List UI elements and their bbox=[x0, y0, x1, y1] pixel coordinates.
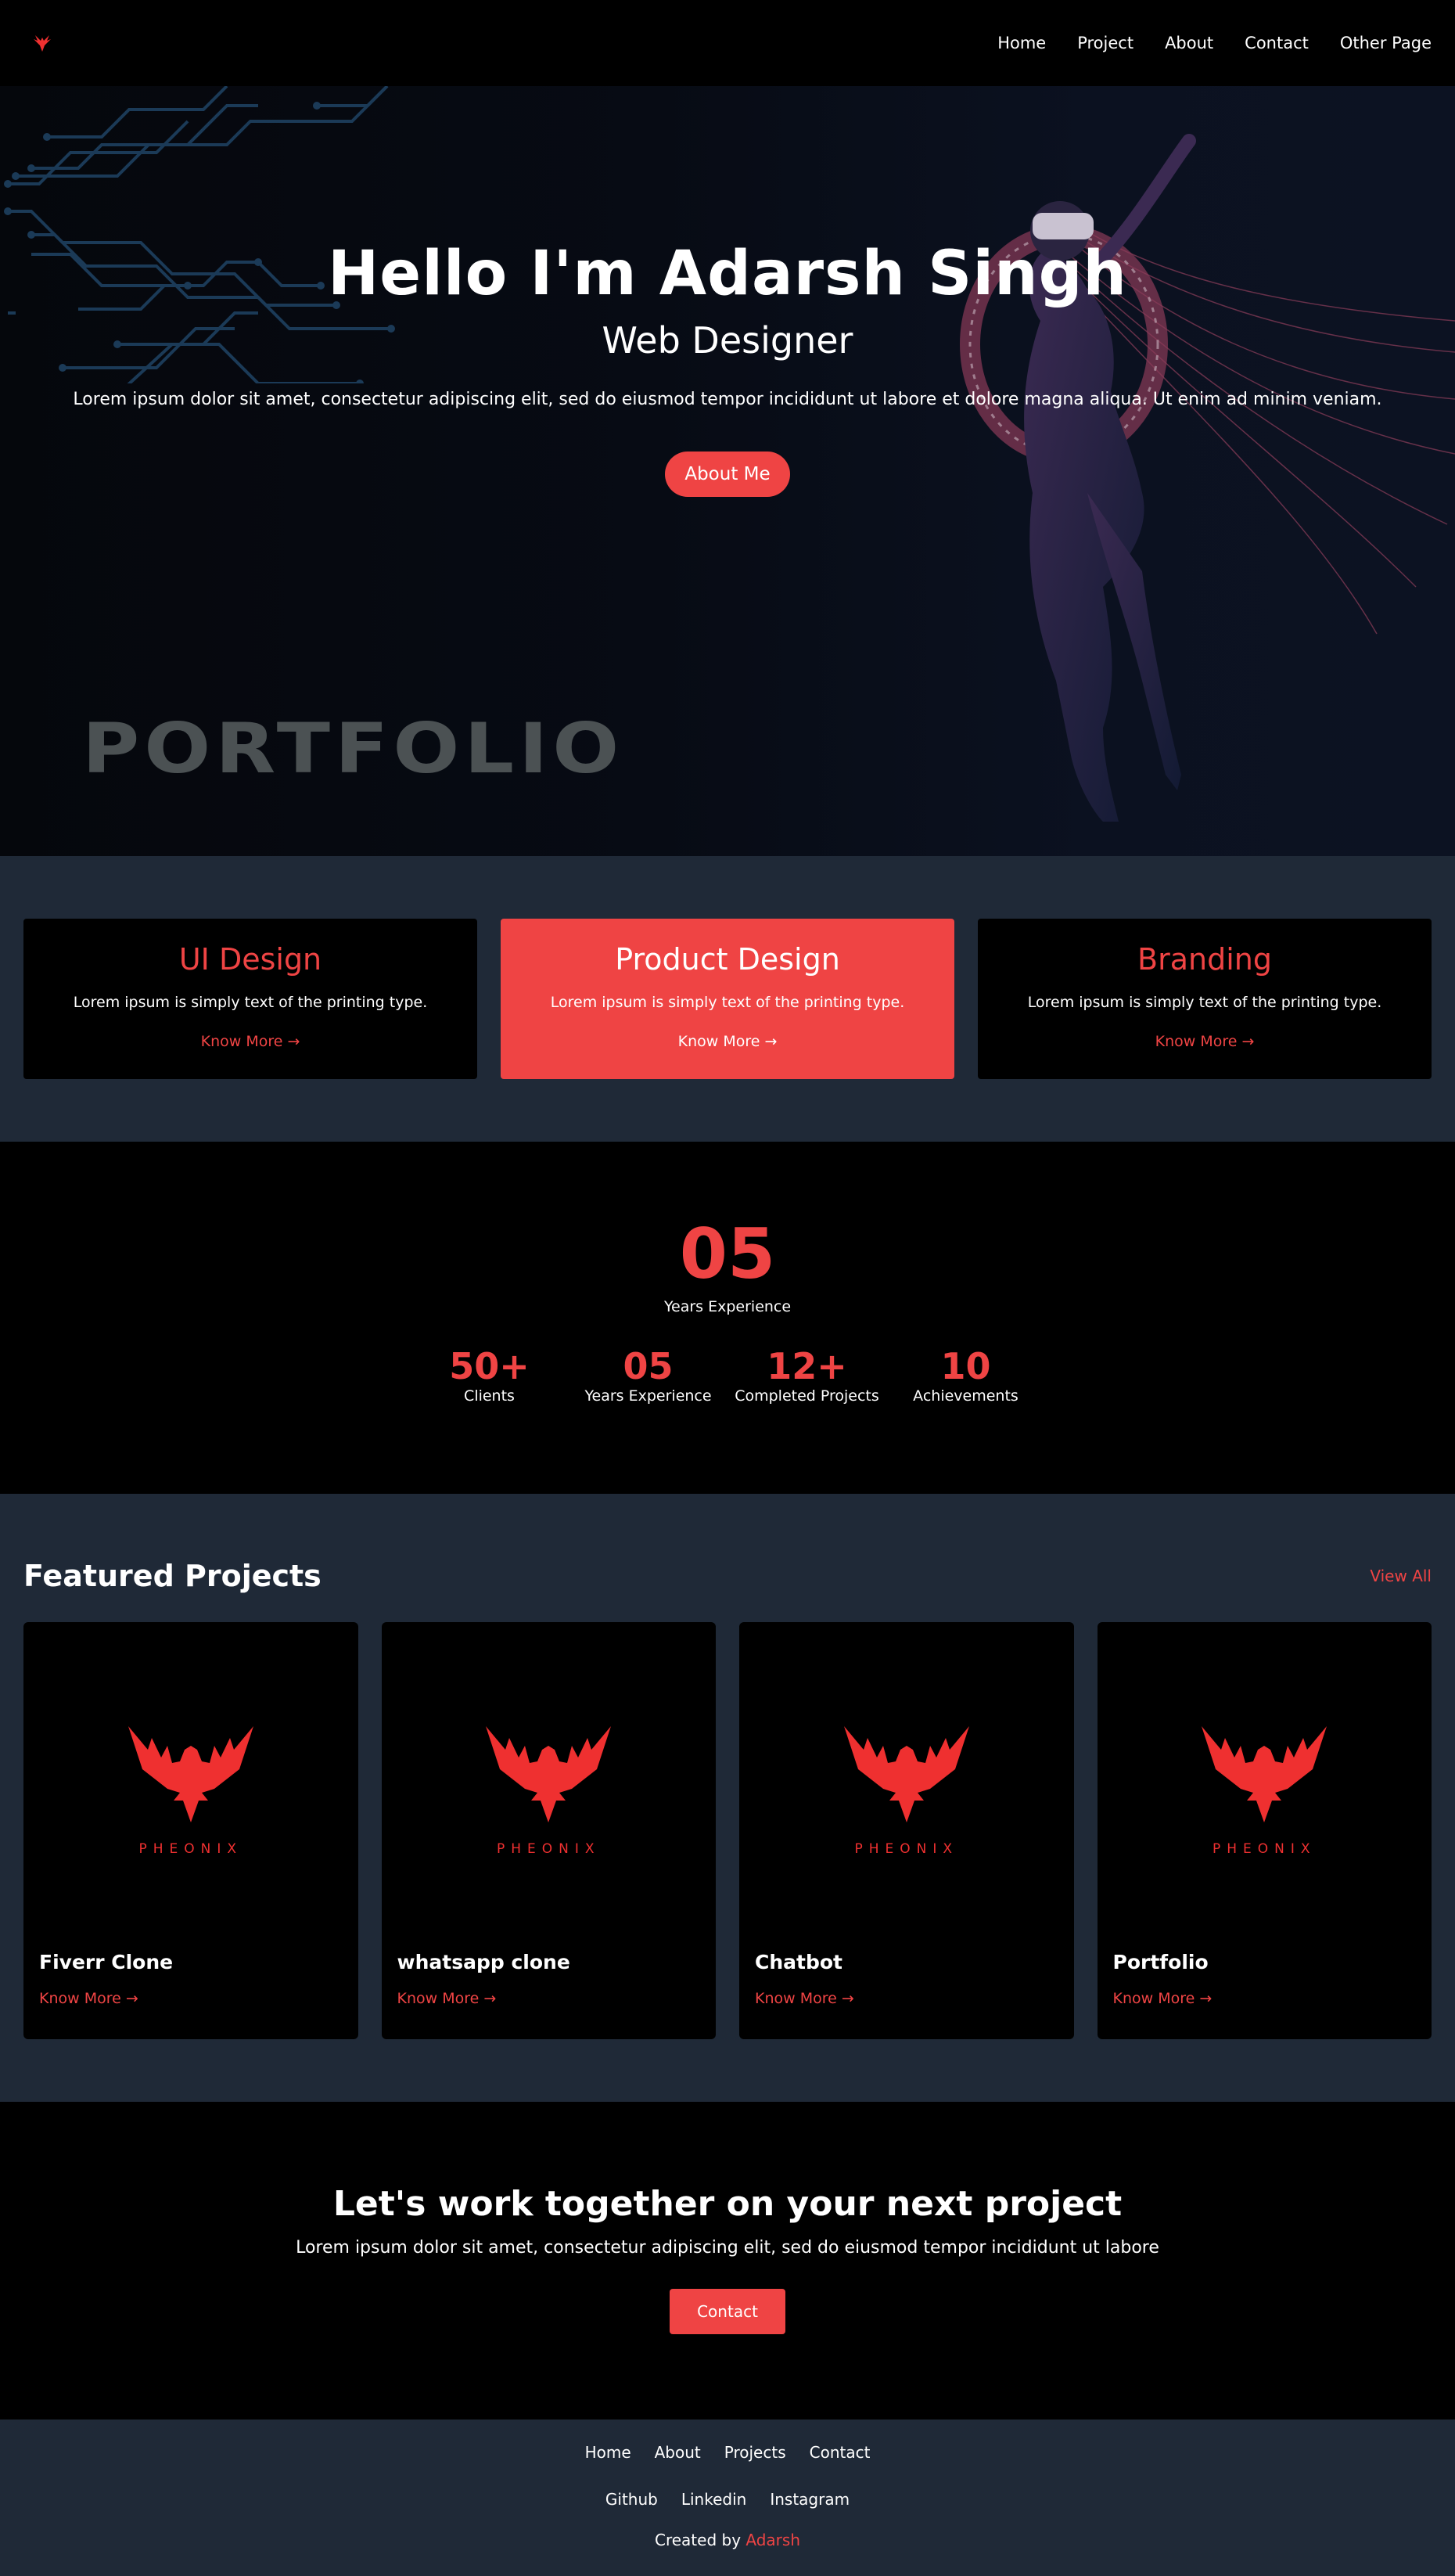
footer-projects-link[interactable]: Projects bbox=[724, 2443, 786, 2462]
credit-prefix: Created by bbox=[654, 2531, 742, 2549]
service-card-product-design: Product Design Lorem ipsum is simply tex… bbox=[501, 919, 954, 1079]
hero-section: Hello I'm Adarsh Singh Web Designer Lore… bbox=[0, 86, 1455, 856]
phoenix-logo-icon bbox=[1202, 1726, 1327, 1822]
footer-contact-link[interactable]: Contact bbox=[810, 2443, 871, 2462]
service-description: Lorem ipsum is simply text of the printi… bbox=[1027, 994, 1382, 1011]
view-all-link[interactable]: View All bbox=[1370, 1567, 1432, 1585]
nav-contact-link[interactable]: Contact bbox=[1245, 34, 1309, 52]
project-name: Portfolio bbox=[1112, 1951, 1209, 1973]
projects-title: Featured Projects bbox=[23, 1559, 322, 1593]
hero-subtitle: Web Designer bbox=[602, 319, 853, 362]
stat-number: 12+ bbox=[767, 1345, 847, 1387]
linkedin-link[interactable]: Linkedin bbox=[681, 2490, 746, 2509]
stat-clients: 50+ Clients bbox=[410, 1348, 569, 1405]
stat-number: 10 bbox=[940, 1345, 991, 1387]
stat-label: Achievements bbox=[913, 1387, 1018, 1405]
site-footer: Home About Projects Contact Github Linke… bbox=[0, 2419, 1455, 2576]
footer-home-link[interactable]: Home bbox=[585, 2443, 631, 2462]
project-card-portfolio[interactable]: PHEONIX Portfolio Know More → bbox=[1097, 1622, 1432, 2039]
years-experience-big-number: 05 bbox=[679, 1214, 776, 1294]
phoenix-logo-icon[interactable] bbox=[23, 24, 61, 62]
cta-section: Let's work together on your next project… bbox=[0, 2102, 1455, 2419]
cta-description: Lorem ipsum dolor sit amet, consectetur … bbox=[296, 2238, 1159, 2258]
stats-section: 05 Years Experience 50+ Clients 05 Years… bbox=[0, 1142, 1455, 1494]
stat-row: 50+ Clients 05 Years Experience 12+ Comp… bbox=[0, 1348, 1455, 1405]
credit-author: Adarsh bbox=[745, 2531, 800, 2549]
footer-about-link[interactable]: About bbox=[655, 2443, 701, 2462]
service-card-ui-design: UI Design Lorem ipsum is simply text of … bbox=[23, 919, 477, 1079]
contact-button[interactable]: Contact bbox=[670, 2289, 785, 2334]
project-grid: PHEONIX Fiverr Clone Know More → PHEONIX… bbox=[23, 1622, 1432, 2039]
service-description: Lorem ipsum is simply text of the printi… bbox=[73, 994, 428, 1011]
nav-home-link[interactable]: Home bbox=[997, 34, 1046, 52]
phoenix-logo-icon bbox=[843, 1726, 969, 1822]
pheonix-logo: PHEONIX bbox=[124, 1714, 257, 1857]
projects-header: Featured Projects View All bbox=[23, 1556, 1432, 1596]
cta-title: Let's work together on your next project bbox=[332, 2184, 1123, 2224]
vr-figure-image bbox=[960, 134, 1455, 822]
pheonix-logo-text: PHEONIX bbox=[496, 1841, 601, 1857]
nav-about-link[interactable]: About bbox=[1165, 34, 1213, 52]
pheonix-logo: PHEONIX bbox=[840, 1714, 973, 1857]
stat-label: Clients bbox=[464, 1387, 515, 1405]
footer-social-links: Github Linkedin Instagram bbox=[0, 2490, 1455, 2509]
services-section: UI Design Lorem ipsum is simply text of … bbox=[0, 856, 1455, 1142]
pheonix-logo: PHEONIX bbox=[1198, 1714, 1331, 1857]
know-more-link[interactable]: Know More → bbox=[39, 1990, 138, 2007]
service-title: UI Design bbox=[178, 942, 322, 977]
featured-projects-section: Featured Projects View All PHEONIX Fiver… bbox=[0, 1494, 1455, 2102]
main-nav: Home Project About Contact Other Page bbox=[997, 34, 1432, 52]
stat-number: 50+ bbox=[449, 1345, 530, 1387]
hero-description: Lorem ipsum dolor sit amet, consectetur … bbox=[73, 390, 1382, 409]
stat-achievements: 10 Achievements bbox=[886, 1348, 1045, 1405]
phoenix-logo-icon bbox=[128, 1726, 253, 1822]
know-more-link[interactable]: Know More → bbox=[201, 1033, 300, 1050]
project-card-fiverr-clone[interactable]: PHEONIX Fiverr Clone Know More → bbox=[23, 1622, 358, 2039]
project-name: Fiverr Clone bbox=[39, 1951, 174, 1973]
know-more-link[interactable]: Know More → bbox=[678, 1033, 778, 1050]
pheonix-logo-text: PHEONIX bbox=[854, 1841, 959, 1857]
pheonix-logo-text: PHEONIX bbox=[1212, 1841, 1317, 1857]
stat-label: Years Experience bbox=[584, 1387, 712, 1405]
service-card-branding: Branding Lorem ipsum is simply text of t… bbox=[978, 919, 1432, 1079]
stat-years-experience: 05 Years Experience bbox=[569, 1348, 728, 1405]
service-title: Product Design bbox=[615, 942, 840, 977]
about-me-button[interactable]: About Me bbox=[665, 452, 790, 497]
stat-label: Completed Projects bbox=[735, 1387, 879, 1405]
know-more-link[interactable]: Know More → bbox=[755, 1990, 854, 2007]
know-more-link[interactable]: Know More → bbox=[1155, 1033, 1255, 1050]
service-description: Lorem ipsum is simply text of the printi… bbox=[550, 994, 905, 1011]
pheonix-logo-text: PHEONIX bbox=[138, 1841, 243, 1857]
know-more-link[interactable]: Know More → bbox=[397, 1990, 497, 2007]
site-header: Home Project About Contact Other Page bbox=[0, 0, 1455, 86]
nav-other-page-link[interactable]: Other Page bbox=[1340, 34, 1432, 52]
service-title: Branding bbox=[1137, 942, 1272, 977]
know-more-link[interactable]: Know More → bbox=[1113, 1990, 1212, 2007]
nav-project-link[interactable]: Project bbox=[1077, 34, 1133, 52]
github-link[interactable]: Github bbox=[605, 2490, 658, 2509]
footer-credit: Created by Adarsh bbox=[0, 2531, 1455, 2549]
years-experience-big-label: Years Experience bbox=[663, 1298, 792, 1315]
project-card-whatsapp-clone[interactable]: PHEONIX whatsapp clone Know More → bbox=[381, 1622, 716, 2039]
portfolio-backdrop-text: PORTFOLIO bbox=[82, 708, 624, 789]
phoenix-logo-icon bbox=[486, 1726, 612, 1822]
instagram-link[interactable]: Instagram bbox=[770, 2490, 850, 2509]
pheonix-logo: PHEONIX bbox=[482, 1714, 615, 1857]
project-card-chatbot[interactable]: PHEONIX Chatbot Know More → bbox=[739, 1622, 1074, 2039]
hero-title: Hello I'm Adarsh Singh bbox=[328, 239, 1127, 309]
stat-completed-projects: 12+ Completed Projects bbox=[728, 1348, 886, 1405]
project-name: Chatbot bbox=[755, 1951, 842, 1973]
footer-nav: Home About Projects Contact bbox=[0, 2443, 1455, 2462]
stat-number: 05 bbox=[623, 1345, 674, 1387]
project-name: whatsapp clone bbox=[397, 1951, 570, 1973]
